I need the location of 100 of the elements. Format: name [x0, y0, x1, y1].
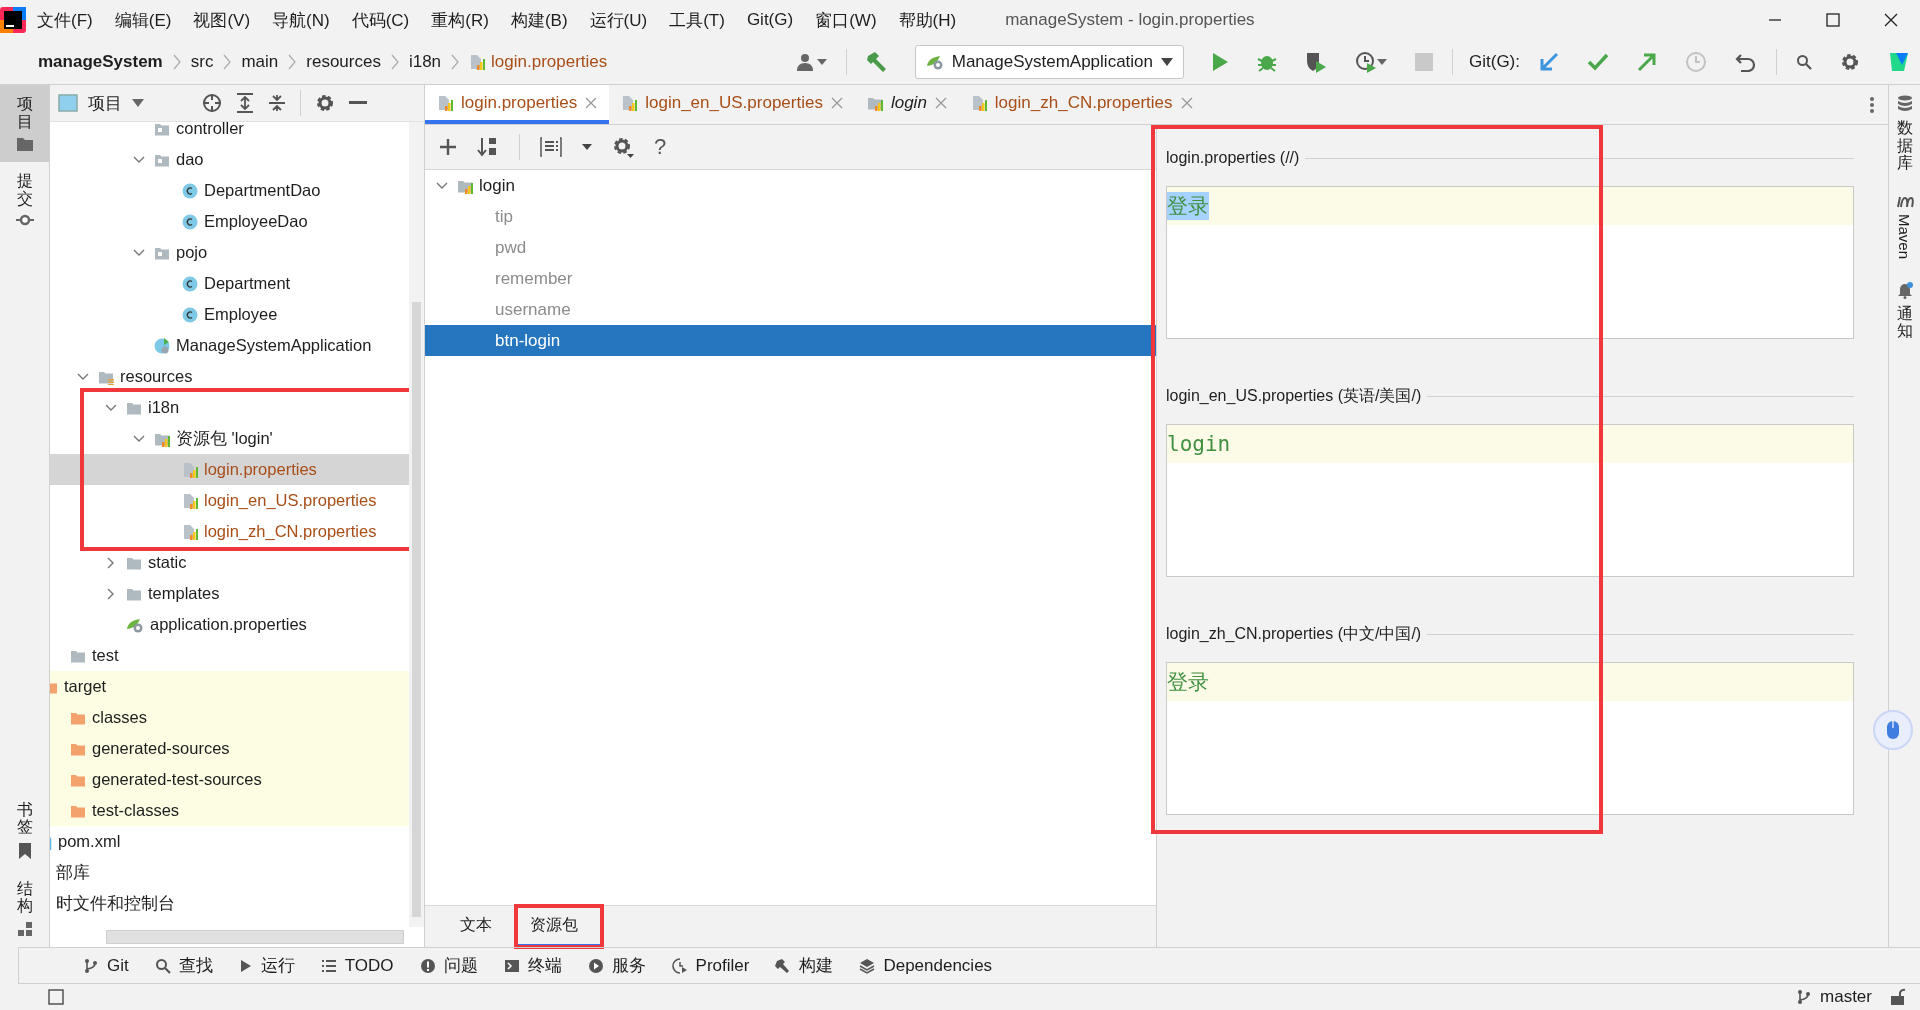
tool-window-button[interactable]: Profiler	[671, 955, 750, 976]
arrow-up-right-icon[interactable]	[1637, 52, 1657, 72]
tool-window-button[interactable]: 问题	[419, 954, 478, 977]
caret-icon[interactable]	[582, 144, 592, 150]
key-item[interactable]: remember	[425, 263, 1156, 294]
tool-window-tab[interactable]: 通知	[1895, 280, 1914, 340]
minimize-icon[interactable]	[349, 101, 367, 105]
view-tab[interactable]: 文本	[450, 906, 502, 947]
tool-window-tab[interactable]: 结构	[0, 869, 49, 947]
tree-item[interactable]: generated-test-sources	[50, 764, 409, 795]
tree-item[interactable]: target	[50, 671, 409, 702]
breadcrumb-item[interactable]: login.properties	[491, 52, 608, 72]
tree-item[interactable]: controller	[50, 122, 409, 144]
key-item[interactable]: btn-login	[425, 325, 1156, 356]
close-icon[interactable]	[585, 96, 598, 109]
breadcrumb-item[interactable]: main	[241, 52, 279, 72]
branch-label[interactable]: master	[1820, 987, 1872, 1007]
menu-item[interactable]: 视图(V)	[182, 8, 262, 32]
check-icon[interactable]	[1587, 53, 1609, 71]
tree-item[interactable]: 时文件和控制台	[50, 888, 409, 919]
lock-icon[interactable]	[1890, 988, 1906, 1006]
plus-icon[interactable]	[439, 138, 457, 156]
scrollbar[interactable]	[106, 930, 404, 944]
breadcrumb-item[interactable]: resources	[306, 52, 381, 72]
tool-window-button[interactable]: 运行	[238, 954, 295, 977]
tool-window-button[interactable]: Git	[83, 955, 129, 976]
tree-item[interactable]: test	[50, 640, 409, 671]
menu-item[interactable]: 运行(U)	[578, 8, 659, 32]
tree-item[interactable]: templates	[50, 578, 409, 609]
menu-item[interactable]: Git(G)	[735, 10, 805, 30]
tool-window-button[interactable]: Dependencies	[859, 955, 993, 976]
toolbox-icon[interactable]	[1888, 51, 1910, 73]
tool-window-tab[interactable]: Maven	[1895, 193, 1914, 259]
tool-window-tab[interactable]: 提交	[0, 162, 49, 238]
arrow-down-left-icon[interactable]	[1539, 52, 1559, 72]
breadcrumb-item[interactable]: manageSystem	[38, 52, 163, 72]
close-icon[interactable]	[934, 96, 947, 109]
coverage-icon[interactable]	[1305, 51, 1327, 73]
crosshair-icon[interactable]	[202, 93, 222, 113]
group-icon[interactable]	[540, 137, 562, 157]
scrollbar[interactable]	[412, 302, 421, 917]
breadcrumb-item[interactable]: src	[190, 52, 214, 72]
value-editor[interactable]: 登录	[1166, 662, 1854, 815]
tool-window-button[interactable]: TODO	[320, 955, 394, 976]
tree-item[interactable]: login.properties	[50, 454, 409, 485]
settings-icon[interactable]	[612, 136, 634, 158]
tree-item[interactable]: DepartmentDao	[50, 175, 409, 206]
square-icon[interactable]	[48, 989, 64, 1005]
tree-item[interactable]: i18n	[50, 392, 409, 423]
close-icon[interactable]	[830, 96, 843, 109]
menu-item[interactable]: 编辑(E)	[103, 8, 183, 32]
menu-item[interactable]: 代码(C)	[340, 8, 421, 32]
tree-item[interactable]: pom.xml	[50, 826, 409, 857]
floating-button[interactable]	[1873, 710, 1913, 750]
tree-item[interactable]: login_en_US.properties	[50, 485, 409, 516]
run-icon[interactable]	[1211, 52, 1229, 72]
view-tab[interactable]: 资源包	[516, 906, 602, 947]
tree-item[interactable]: application.properties	[50, 609, 409, 640]
hammer-icon[interactable]	[865, 51, 888, 73]
menu-item[interactable]: 重构(R)	[420, 8, 500, 32]
tree-item[interactable]: generated-sources	[50, 733, 409, 764]
tree-item[interactable]: 资源包 'login'	[50, 423, 409, 454]
menu-item[interactable]: 构建(B)	[499, 8, 579, 32]
tree-item[interactable]: Department	[50, 268, 409, 299]
tree-item[interactable]: resources	[50, 361, 409, 392]
more-icon[interactable]	[1870, 96, 1874, 113]
close-icon[interactable]	[1180, 96, 1193, 109]
tree-item[interactable]: login_zh_CN.properties	[50, 516, 409, 547]
tool-window-button[interactable]: 查找	[154, 954, 213, 977]
tree-item[interactable]: login	[425, 170, 1156, 201]
undo-icon[interactable]	[1735, 52, 1757, 72]
project-view-dropdown[interactable]: 项目	[58, 91, 144, 115]
collapse-all-icon[interactable]	[268, 93, 286, 113]
menu-item[interactable]: 导航(N)	[261, 8, 341, 32]
tool-window-tab[interactable]: 数据库	[1896, 95, 1913, 172]
menu-item[interactable]: 窗口(W)	[804, 8, 888, 32]
editor-tab[interactable]: login	[854, 85, 959, 124]
tool-window-tab[interactable]: 书签	[0, 790, 49, 870]
menu-item[interactable]: 工具(T)	[658, 8, 736, 32]
tree-item[interactable]: static	[50, 547, 409, 578]
menu-item[interactable]: 帮助(H)	[887, 8, 968, 32]
tree-item[interactable]: 部库	[50, 857, 409, 888]
expand-all-icon[interactable]	[236, 93, 254, 113]
run-config-dropdown[interactable]: ManageSystemApplication	[914, 45, 1184, 79]
tree-item[interactable]: EmployeeDao	[50, 206, 409, 237]
tree-item[interactable]: ManageSystemApplication	[50, 330, 409, 361]
tree-item[interactable]: dao	[50, 144, 409, 175]
tool-window-button[interactable]: 终端	[503, 954, 562, 977]
help-button[interactable]: ?	[654, 134, 667, 160]
key-item[interactable]: username	[425, 294, 1156, 325]
sort-icon[interactable]	[477, 136, 499, 158]
editor-tab[interactable]: login.properties	[425, 85, 610, 124]
tool-window-button[interactable]: 服务	[587, 954, 646, 977]
value-editor[interactable]: login	[1166, 424, 1854, 577]
tool-window-tab[interactable]: 项目	[0, 85, 49, 163]
menu-item[interactable]: 文件(F)	[26, 8, 104, 32]
tree-item[interactable]: test-classes	[50, 795, 409, 826]
tree-item[interactable]: Employee	[50, 299, 409, 330]
breadcrumb-item[interactable]: i18n	[408, 52, 442, 72]
tree-item[interactable]: classes	[50, 702, 409, 733]
